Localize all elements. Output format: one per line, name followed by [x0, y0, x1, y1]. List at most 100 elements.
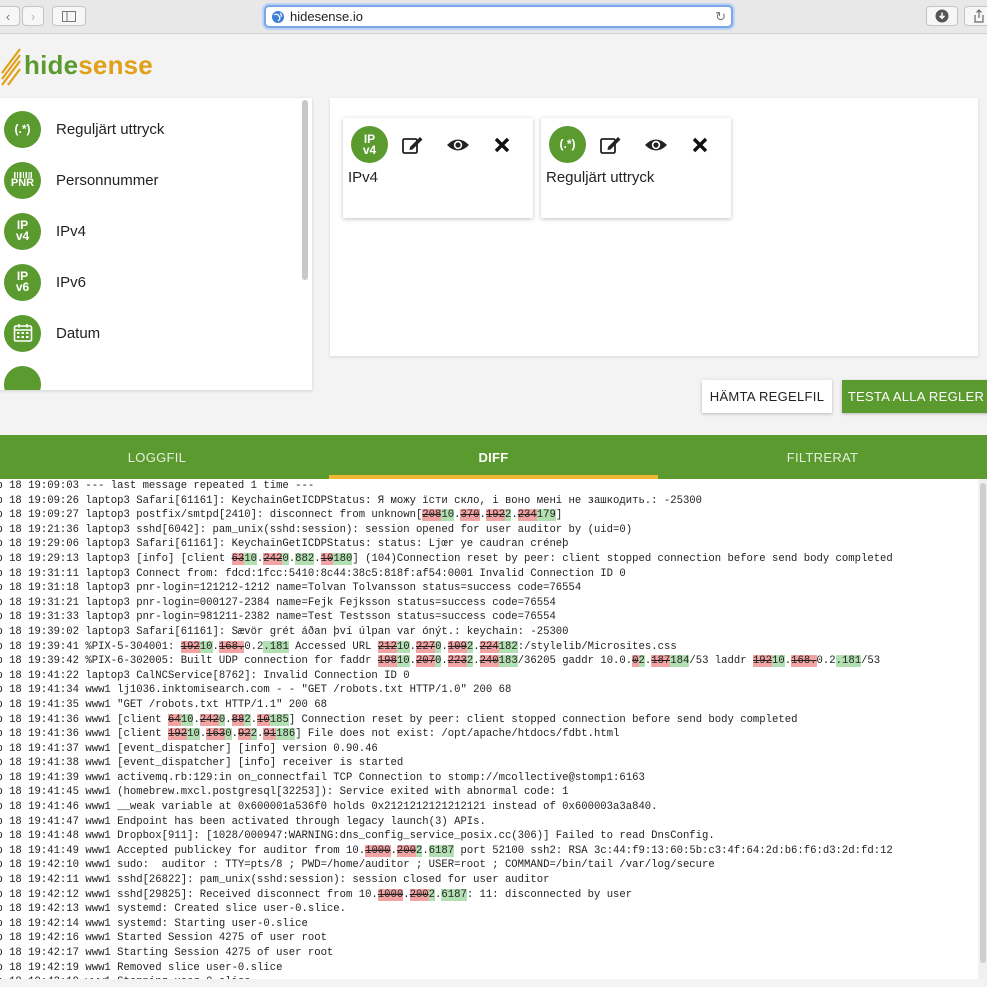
- log-line: ep 18 19:39:42 %PIX-6-302005: Built UDP …: [0, 654, 978, 669]
- sidebar-icon: [62, 10, 76, 22]
- chevron-left-icon: ‹: [5, 8, 11, 24]
- log-line: ep 18 19:31:11 laptop3 Connect from: fdc…: [0, 567, 978, 582]
- share-button[interactable]: [964, 6, 987, 26]
- diff-added: 184: [670, 655, 690, 668]
- log-line: ep 18 19:42:10 www1 sudo: auditor : TTY=…: [0, 858, 978, 873]
- diff-added: 182: [498, 640, 518, 653]
- calendar-icon: [4, 314, 41, 352]
- sidebar-item-datum[interactable]: Datum: [4, 313, 100, 353]
- preview-button[interactable]: [446, 134, 470, 156]
- diff-added: 183: [498, 655, 518, 668]
- address-bar[interactable]: hidesense.io ↻: [264, 5, 733, 28]
- log-text: :/stylelib/Microsites.css: [517, 640, 677, 653]
- log-text: ep 18 19:41:39 www1 activemq.rb:129:in o…: [0, 771, 645, 784]
- diff-removed: 242: [199, 713, 219, 726]
- share-icon: [974, 9, 984, 23]
- log-text: ep 18 19:42:11 www1 sshd[26822]: pam_uni…: [0, 874, 550, 887]
- edit-button[interactable]: [599, 134, 623, 156]
- log-text: 0.2: [816, 655, 836, 668]
- log-line: ep 18 19:42:16 www1 Started Session 4275…: [0, 931, 978, 946]
- log-scrollbar[interactable]: [979, 479, 987, 979]
- sidebar-item-label: Reguljärt uttryck: [56, 120, 165, 138]
- sidebar-item-regex[interactable]: (.*) Reguljärt uttryck: [4, 109, 164, 149]
- log-text: .: [212, 640, 219, 653]
- edit-button[interactable]: [401, 134, 425, 156]
- active-rules-panel: IP v4 IPv4 (.*) Reguljärt uttryck: [330, 98, 978, 356]
- diff-removed: 168.: [791, 655, 817, 668]
- diff-log-view: ep 18 19:09:03 --- last message repeated…: [0, 479, 978, 979]
- log-text: ep 18 19:09:27 laptop3 postfix/smtpd[241…: [0, 509, 423, 522]
- rule-card-ipv4: IP v4 IPv4: [343, 118, 533, 218]
- browser-toolbar: ‹ › hidesense.io ↻: [0, 0, 987, 34]
- diff-removed: 370: [460, 509, 480, 522]
- log-text: .: [511, 509, 518, 522]
- log-line: ep 18 19:41:48 www1 Dropbox[911]: [1028/…: [0, 829, 978, 844]
- diff-added: 10: [244, 552, 258, 565]
- log-text: .: [390, 844, 397, 857]
- log-scrollbar-thumb[interactable]: [980, 483, 986, 963]
- diff-removed: 224: [479, 640, 499, 653]
- diff-removed: 240: [479, 655, 499, 668]
- ipv4-icon: IP v4: [4, 212, 41, 250]
- diff-removed: 207: [415, 655, 436, 668]
- edit-icon: [600, 137, 621, 154]
- diff-removed: 212: [377, 640, 397, 653]
- diff-removed: 91: [263, 728, 277, 741]
- log-line: ep 18 19:31:18 laptop3 pnr-login=121212-…: [0, 581, 978, 596]
- remove-button[interactable]: [490, 134, 514, 156]
- reload-icon[interactable]: ↻: [715, 9, 726, 25]
- log-line: ep 18 19:41:38 www1 [event_dispatcher] […: [0, 756, 978, 771]
- log-text: ep 18 19:21:36 laptop3 sshd[6042]: pam_u…: [0, 523, 633, 536]
- ipv6-icon: IP v6: [4, 263, 41, 301]
- back-button[interactable]: ‹: [0, 6, 20, 26]
- fetch-rule-file-button[interactable]: HÄMTA REGELFIL: [702, 380, 832, 413]
- tab-filtrerat[interactable]: FILTRERAT: [658, 435, 987, 479]
- log-text: .: [422, 844, 429, 857]
- download-icon: [935, 9, 949, 23]
- log-line: ep 18 19:41:22 laptop3 CalNCService[8762…: [0, 669, 978, 684]
- sidebar-item-ipv4[interactable]: IP v4 IPv4: [4, 211, 86, 251]
- log-text: ]: [555, 509, 563, 522]
- log-line: ep 18 19:41:37 www1 [event_dispatcher] […: [0, 742, 978, 757]
- preview-button[interactable]: [644, 134, 668, 156]
- globe-icon: [272, 10, 284, 23]
- sidebar-item-label: IPv6: [56, 273, 87, 291]
- log-line: ep 18 19:09:26 laptop3 Safari[61161]: Ke…: [0, 494, 978, 509]
- rule-type-list: (.*) Reguljärt uttryck PNR Personnummer …: [0, 98, 312, 390]
- brand-logo[interactable]: hidesense: [0, 40, 153, 90]
- diff-added: 882: [295, 552, 315, 565]
- downloads-button[interactable]: [926, 6, 958, 26]
- diff-removed: 64: [168, 713, 181, 726]
- diff-removed: 192: [752, 655, 773, 668]
- log-text: ep 18 19:41:34 www1 lj1036.inktomisearch…: [0, 684, 512, 697]
- sidebar-item-ipv6[interactable]: IP v6 IPv6: [4, 262, 86, 302]
- log-line: ep 18 19:41:46 www1 __weak variable at 0…: [0, 800, 978, 815]
- forward-button[interactable]: ›: [22, 6, 44, 26]
- sidebar-item-partial[interactable]: [4, 364, 41, 390]
- test-all-rules-button[interactable]: TESTA ALLA REGLER: [842, 380, 987, 413]
- log-text: ] File does not exist: /opt/apache/htdoc…: [295, 728, 620, 741]
- log-line: ep 18 19:29:13 laptop3 [info] [client 63…: [0, 552, 978, 567]
- diff-added: .181: [263, 640, 289, 653]
- log-text: .: [314, 552, 321, 565]
- sidebar-item-personnummer[interactable]: PNR Personnummer: [4, 160, 159, 200]
- log-text: /53 laddr: [689, 655, 753, 668]
- log-text: .: [409, 655, 416, 668]
- remove-button[interactable]: [688, 134, 712, 156]
- diff-removed: 10: [320, 552, 334, 565]
- log-text: ep 18 19:41:38 www1 [event_dispatcher] […: [0, 757, 404, 770]
- sidebar-scrollbar[interactable]: [302, 100, 308, 280]
- log-text: ep 18 19:41:35 www1 "GET /robots.txt HTT…: [0, 698, 327, 711]
- rule-icon: [4, 365, 41, 390]
- log-line: ep 18 19:41:36 www1 [client 19210.1630.9…: [0, 727, 978, 742]
- tab-loggfil[interactable]: LOGGFIL: [0, 435, 314, 479]
- regex-icon: (.*): [4, 110, 41, 148]
- log-line: ep 18 19:42:17 www1 Starting Session 427…: [0, 946, 978, 961]
- tab-diff[interactable]: DIFF: [329, 435, 658, 479]
- log-line: ep 18 19:42:19 www1 Removed slice user-0…: [0, 961, 978, 976]
- diff-removed: 192: [180, 640, 200, 653]
- diff-removed: 198: [377, 655, 397, 668]
- sidebar-toggle-button[interactable]: [52, 6, 86, 26]
- log-text: : 11: disconnected by user: [466, 888, 633, 901]
- eye-icon: [447, 139, 469, 151]
